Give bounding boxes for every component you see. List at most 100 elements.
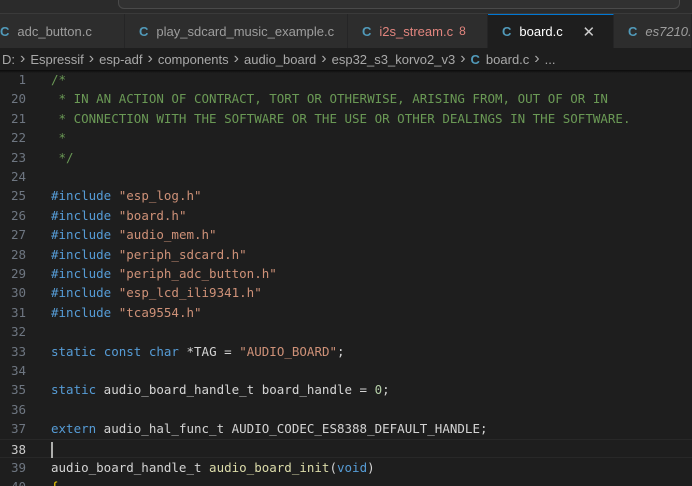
code-line[interactable]: 1 /* xyxy=(0,70,692,89)
tab-label: adc_button.c xyxy=(17,23,92,39)
token-plain: audio_board_handle_t board_handle = xyxy=(96,382,375,398)
c-file-icon: C xyxy=(502,24,512,39)
token-comment: */ xyxy=(51,149,74,165)
tab-i2s-stream-c[interactable]: Ci2s_stream.c 8 xyxy=(348,14,488,48)
line-number: 29 xyxy=(10,266,26,281)
line-number: 25 xyxy=(10,188,26,204)
c-file-icon: C xyxy=(470,51,480,67)
code-text: #include "esp_log.h" xyxy=(51,186,202,205)
code-line[interactable]: 33 static const char *TAG = "AUDIO_BOARD"… xyxy=(0,342,692,361)
code-line[interactable]: 26 #include "board.h" xyxy=(0,206,692,225)
code-line[interactable]: 29 #include "periph_adc_button.h" xyxy=(0,264,692,283)
c-file-icon: C xyxy=(0,23,10,39)
code-line[interactable]: 20 * IN AN ACTION OF CONTRACT, TORT OR O… xyxy=(0,89,692,108)
breadcrumb-item[interactable]: components xyxy=(158,52,229,67)
line-number: 24 xyxy=(10,169,26,184)
breadcrumb-item[interactable]: D: xyxy=(2,52,15,67)
code-line[interactable]: 30 #include "esp_lcd_ili9341.h" xyxy=(0,283,692,302)
line-number: 27 xyxy=(10,227,26,243)
code-text: #include "tca9554.h" xyxy=(51,303,202,322)
line-number: 30 xyxy=(10,285,26,301)
c-file-icon: C xyxy=(628,23,638,39)
line-number: 33 xyxy=(10,343,26,359)
chevron-right-icon: › xyxy=(534,50,540,67)
token-brace: { xyxy=(51,479,59,486)
code-line[interactable]: 24 xyxy=(0,167,692,186)
title-bar xyxy=(0,0,692,14)
token-keyword: char xyxy=(148,343,179,359)
line-number: 39 xyxy=(10,460,26,475)
code-line[interactable]: 22 * xyxy=(0,128,692,147)
close-icon[interactable]: ✕ xyxy=(581,23,597,41)
tab-adc-button-c[interactable]: Cadc_button.c xyxy=(0,14,125,48)
breadcrumb: D: › Espressif › esp-adf › components › audio_bo… xyxy=(0,48,692,70)
chevron-right-icon: › xyxy=(88,50,95,67)
breadcrumb-item[interactable]: esp32_s3_korvo2_v3 xyxy=(332,52,456,67)
token-directive: #include xyxy=(51,227,112,243)
chevron-right-icon: › xyxy=(20,50,26,67)
code-line[interactable]: 40 { xyxy=(0,477,692,486)
code-line[interactable]: 21 * CONNECTION WITH THE SOFTWARE OR THE… xyxy=(0,109,692,128)
token-directive: #include xyxy=(51,246,112,262)
breadcrumb-item[interactable]: audio_board xyxy=(244,52,316,67)
token-keyword: const xyxy=(103,343,142,359)
token-string: "periph_adc_button.h" xyxy=(118,266,277,281)
token-plain: audio_hal_func_t AUDIO_CODEC_ES8388_DEFA… xyxy=(96,421,488,437)
code-line[interactable]: 38 xyxy=(0,438,692,458)
problems-count-badge: 8 xyxy=(459,24,466,38)
token-number: 0 xyxy=(374,382,383,398)
token-comment: * IN AN ACTION OF CONTRACT, TORT OR OTHE… xyxy=(51,91,608,107)
token-string: "audio_mem.h" xyxy=(118,227,217,243)
code-line[interactable]: 28 #include "periph_sdcard.h" xyxy=(0,245,692,264)
token-string: "esp_log.h" xyxy=(118,188,202,204)
command-center[interactable] xyxy=(118,0,680,9)
token-string: "tca9554.h" xyxy=(118,304,202,320)
breadcrumb-label: components xyxy=(157,51,229,67)
breadcrumb-item[interactable]: ... xyxy=(545,52,556,67)
code-line[interactable]: 31 #include "tca9554.h" xyxy=(0,303,692,322)
token-directive: #include xyxy=(51,304,112,320)
breadcrumb-label: Espressif xyxy=(30,51,84,67)
code-line[interactable]: 27 #include "audio_mem.h" xyxy=(0,225,692,244)
code-line[interactable]: 37 extern audio_hal_func_t AUDIO_CODEC_ES… xyxy=(0,419,692,438)
line-number: 40 xyxy=(0,477,26,486)
token-plain: ) xyxy=(367,460,375,475)
vscode-window: Cadc_button.c Cplay_sdcard_music_example.… xyxy=(0,0,692,486)
breadcrumb-item[interactable]: esp-adf xyxy=(99,52,142,67)
chevron-right-icon: › xyxy=(147,50,153,67)
token-keyword: extern xyxy=(51,421,97,437)
line-number: 23 xyxy=(10,149,26,165)
tab-board-c[interactable]: Cboard.c ✕ xyxy=(488,14,614,48)
editor-tab-bar: Cadc_button.c Cplay_sdcard_music_example.… xyxy=(0,14,692,48)
breadcrumb-label: ... xyxy=(544,51,556,67)
token-string: "AUDIO_BOARD" xyxy=(239,343,338,359)
breadcrumb-label: D: xyxy=(2,51,15,67)
c-file-icon: C xyxy=(362,23,372,39)
token-plain: *TAG = xyxy=(178,343,240,359)
code-line[interactable]: 35 static audio_board_handle_t board_hand… xyxy=(0,380,692,399)
breadcrumb-item[interactable]: Espressif xyxy=(30,52,83,67)
breadcrumb-label: board.c xyxy=(485,51,530,67)
code-line[interactable]: 34 xyxy=(0,361,692,380)
token-func: audio_board_init xyxy=(209,460,330,475)
code-line[interactable]: 23 */ xyxy=(0,148,692,167)
tab-play-sdcard-music-example-c[interactable]: Cplay_sdcard_music_example.c xyxy=(125,14,348,48)
code-text: static audio_board_handle_t board_handle… xyxy=(51,380,390,399)
token-directive: #include xyxy=(51,266,112,281)
code-text: #include "esp_lcd_ili9341.h" xyxy=(51,283,262,302)
code-line[interactable]: 32 xyxy=(0,322,692,341)
code-text: audio_board_handle_t audio_board_init(vo… xyxy=(51,458,375,477)
breadcrumb-item[interactable]: Cboard.c xyxy=(471,52,530,67)
code-line[interactable]: 36 xyxy=(0,400,692,419)
code-text: * xyxy=(51,128,67,147)
tab-label: i2s_stream.c xyxy=(379,23,454,39)
code-line[interactable]: 39 audio_board_handle_t audio_board_init(… xyxy=(0,458,692,477)
code-line[interactable]: 25 #include "esp_log.h" xyxy=(0,186,692,205)
code-text: /* xyxy=(51,70,66,89)
code-editor[interactable]: 1 /* 20 * IN AN ACTION OF CONTRACT, TORT O… xyxy=(0,70,692,486)
line-number: 35 xyxy=(10,382,26,398)
code-text: { xyxy=(51,477,59,486)
tab-es7210[interactable]: Ces7210. xyxy=(614,14,692,48)
